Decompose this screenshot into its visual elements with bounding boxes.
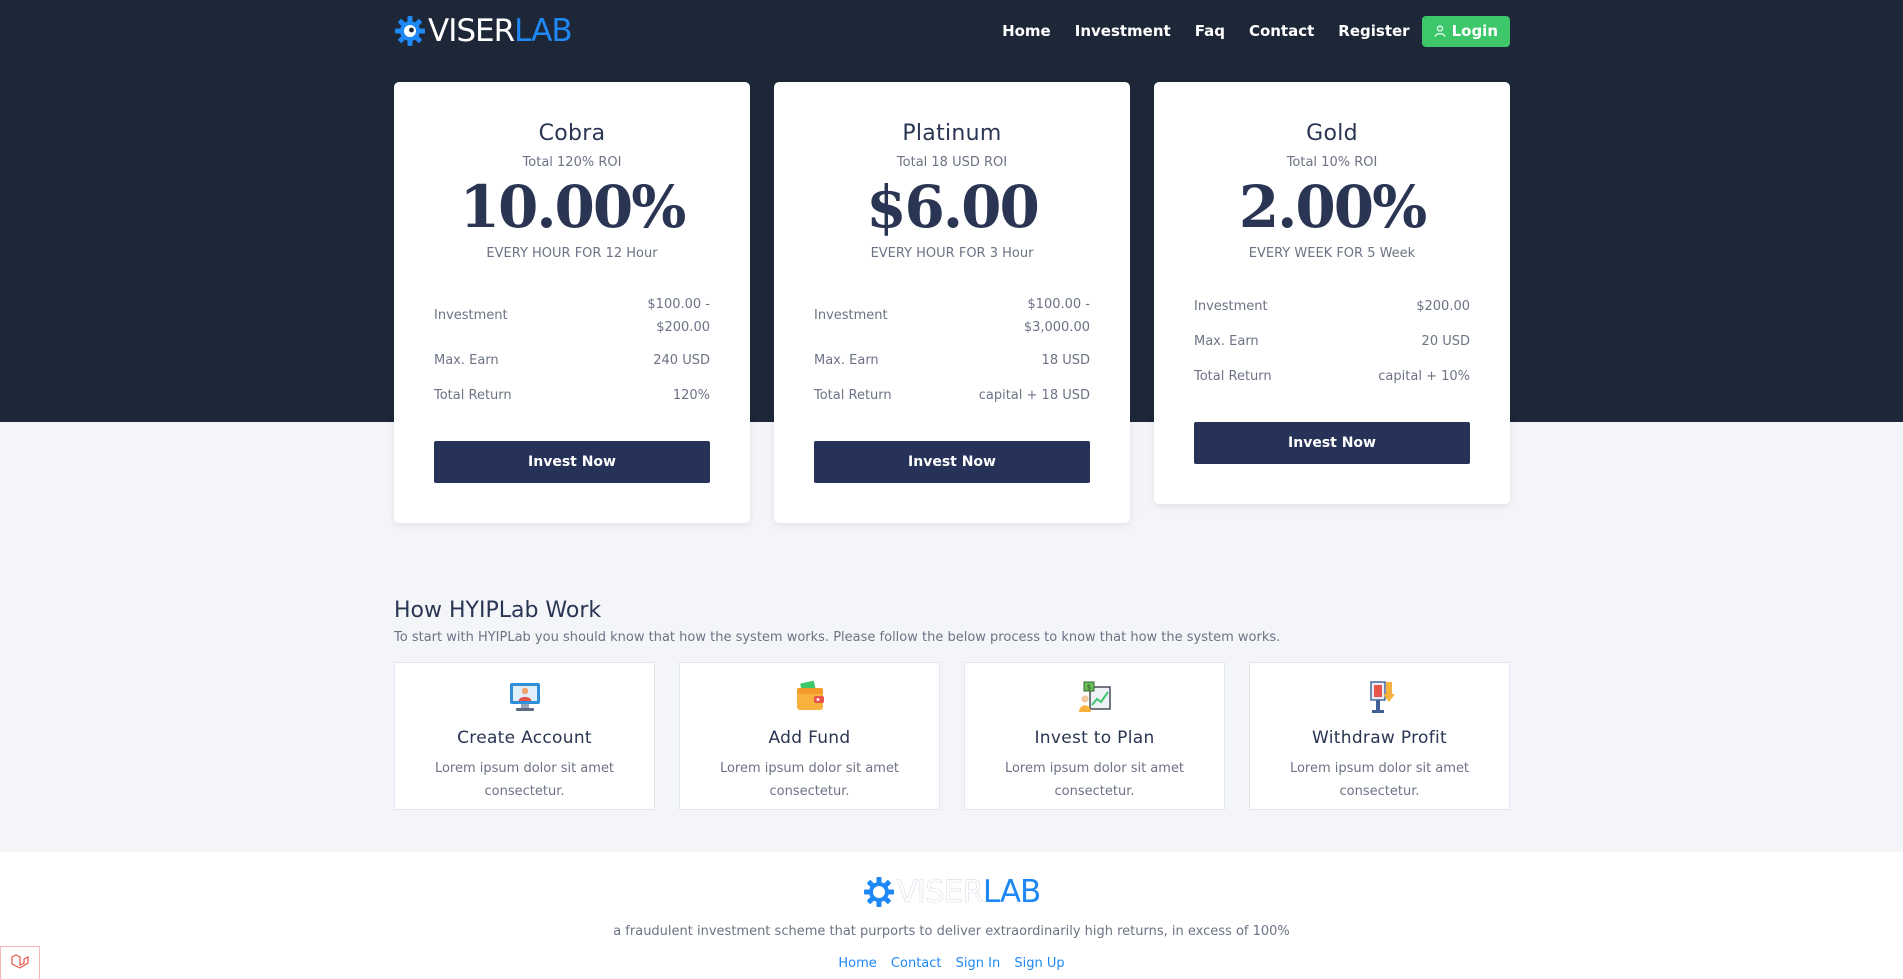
main-nav: Home Investment Faq Contact Register Log…: [978, 15, 1510, 47]
plan-period: EVERY WEEK FOR 5 Week: [1248, 245, 1416, 261]
step-title: Create Account: [457, 728, 592, 748]
plan-rate: 2.00%: [1238, 173, 1427, 241]
plan-rate: 10.00%: [459, 173, 687, 241]
plan-details: Investment $200.00 Max. Earn 20 USD Tota…: [1194, 289, 1470, 394]
plan-roi: Total 120% ROI: [522, 155, 622, 170]
detail-value: $100.00 - $200.00: [647, 296, 710, 335]
withdraw-icon: [1369, 681, 1395, 713]
how-it-works-section: How HYIPLab Work To start with HYIPLab y…: [394, 598, 1510, 810]
detail-value: 20 USD: [1421, 333, 1470, 349]
step-title: Invest to Plan: [1034, 728, 1155, 748]
detail-investment: Investment $200.00: [1194, 289, 1470, 324]
wallet-icon: [796, 680, 824, 710]
detail-label: Total Return: [1194, 368, 1272, 384]
gear-logo-icon: [395, 16, 425, 46]
plan-details: Investment $100.00 - $3,000.00 Max. Earn…: [814, 289, 1090, 413]
detail-max-earn: Max. Earn 18 USD: [814, 343, 1090, 378]
step-add-fund: Add Fund Lorem ipsum dolor sit amet cons…: [679, 662, 940, 810]
section-title: How HYIPLab Work: [394, 598, 602, 623]
step-title: Add Fund: [768, 728, 851, 748]
footer-links: Home Contact Sign In Sign Up: [0, 956, 1903, 971]
invest-now-button[interactable]: Invest Now: [434, 440, 710, 483]
detail-value: capital + 18 USD: [978, 387, 1090, 403]
gear-logo-icon: [863, 877, 894, 907]
logo-text-accent: LAB: [514, 12, 572, 49]
section-subtitle: To start with HYIPLab you should know th…: [394, 630, 1281, 645]
logo-text-primary: VISER: [896, 873, 984, 910]
plan-card-platinum: Platinum Total 18 USD ROI $6.00 EVERY HO…: [774, 82, 1130, 523]
detail-total-return: Total Return capital + 10%: [1194, 359, 1470, 394]
detail-label: Investment: [1194, 298, 1268, 314]
detail-total-return: Total Return capital + 18 USD: [814, 378, 1090, 413]
detail-label: Total Return: [814, 387, 892, 403]
logo-text-accent: LAB: [982, 873, 1041, 910]
detail-value: $100.00 - $3,000.00: [1023, 296, 1090, 335]
plan-name: Platinum: [902, 121, 1002, 146]
plan-period: EVERY HOUR FOR 3 Hour: [870, 245, 1034, 261]
detail-label: Max. Earn: [434, 352, 499, 368]
plan-roi: Total 10% ROI: [1286, 155, 1378, 170]
step-create-account: Create Account Lorem ipsum dolor sit ame…: [394, 662, 655, 810]
detail-max-earn: Max. Earn 240 USD: [434, 343, 710, 378]
invest-now-button[interactable]: Invest Now: [1194, 421, 1470, 464]
site-logo[interactable]: VISERLAB: [394, 11, 573, 51]
steps-list: Create Account Lorem ipsum dolor sit ame…: [394, 662, 1510, 810]
detail-investment: Investment $100.00 - $200.00: [434, 289, 710, 343]
logo-text-primary: VISER: [428, 12, 515, 49]
nav-contact[interactable]: Contact: [1249, 22, 1314, 40]
invest-now-button[interactable]: Invest Now: [814, 440, 1090, 483]
plan-name: Gold: [1306, 121, 1358, 146]
footer-link-home[interactable]: Home: [838, 956, 876, 971]
step-desc: Lorem ipsum dolor sit amet consectetur.: [719, 761, 900, 799]
detail-label: Total Return: [434, 387, 512, 403]
footer-link-contact[interactable]: Contact: [891, 956, 942, 971]
detail-total-return: Total Return 120%: [434, 378, 710, 413]
plan-details: Investment $100.00 - $200.00 Max. Earn 2…: [434, 289, 710, 413]
step-desc: Lorem ipsum dolor sit amet consectetur.: [434, 761, 615, 799]
step-desc: Lorem ipsum dolor sit amet consectetur.: [1004, 761, 1185, 799]
detail-label: Max. Earn: [1194, 333, 1259, 349]
detail-value: $200.00: [1416, 298, 1470, 314]
footer-logo[interactable]: VISERLAB: [863, 872, 1041, 912]
login-button[interactable]: Login: [1421, 15, 1510, 47]
laravel-icon: [11, 954, 29, 969]
plan-roi: Total 18 USD ROI: [896, 155, 1008, 170]
step-desc: Lorem ipsum dolor sit amet consectetur.: [1289, 761, 1470, 799]
footer-link-sign-up[interactable]: Sign Up: [1014, 956, 1064, 971]
plans-section: Cobra Total 120% ROI 10.00% EVERY HOUR F…: [394, 82, 1510, 523]
detail-value: 18 USD: [1041, 352, 1090, 368]
footer-description: a fraudulent investment scheme that purp…: [613, 924, 1290, 939]
create-account-icon: [509, 683, 540, 711]
detail-label: Investment: [434, 308, 508, 324]
nav-faq[interactable]: Faq: [1195, 22, 1225, 40]
step-title: Withdraw Profit: [1312, 728, 1447, 748]
detail-value: capital + 10%: [1378, 368, 1470, 384]
detail-label: Investment: [814, 308, 888, 324]
nav-register[interactable]: Register: [1338, 22, 1409, 40]
nav-home[interactable]: Home: [1002, 22, 1051, 40]
site-footer: VISERLAB a fraudulent investment scheme …: [0, 852, 1903, 979]
plan-name: Cobra: [538, 121, 606, 146]
step-invest-to-plan: $ Invest to Plan Lorem ipsum dolor sit a…: [964, 662, 1225, 810]
framework-badge[interactable]: [0, 946, 40, 979]
nav-investment[interactable]: Investment: [1075, 22, 1171, 40]
detail-value: 240 USD: [653, 352, 710, 368]
svg-text:$: $: [1086, 684, 1090, 692]
plan-period: EVERY HOUR FOR 12 Hour: [486, 245, 658, 261]
detail-investment: Investment $100.00 - $3,000.00: [814, 289, 1090, 343]
footer-link-sign-in[interactable]: Sign In: [956, 956, 1001, 971]
invest-chart-icon: $: [1078, 681, 1111, 712]
login-label: Login: [1451, 22, 1498, 40]
plan-rate: $6.00: [866, 173, 1040, 241]
detail-label: Max. Earn: [814, 352, 879, 368]
detail-max-earn: Max. Earn 20 USD: [1194, 324, 1470, 359]
plan-card-gold: Gold Total 10% ROI 2.00% EVERY WEEK FOR …: [1154, 82, 1510, 504]
step-withdraw-profit: Withdraw Profit Lorem ipsum dolor sit am…: [1249, 662, 1510, 810]
user-icon: [1434, 25, 1445, 37]
site-header: VISERLAB Home Investment Faq Contact Reg…: [394, 0, 1510, 62]
plan-card-cobra: Cobra Total 120% ROI 10.00% EVERY HOUR F…: [394, 82, 750, 523]
detail-value: 120%: [672, 387, 710, 403]
